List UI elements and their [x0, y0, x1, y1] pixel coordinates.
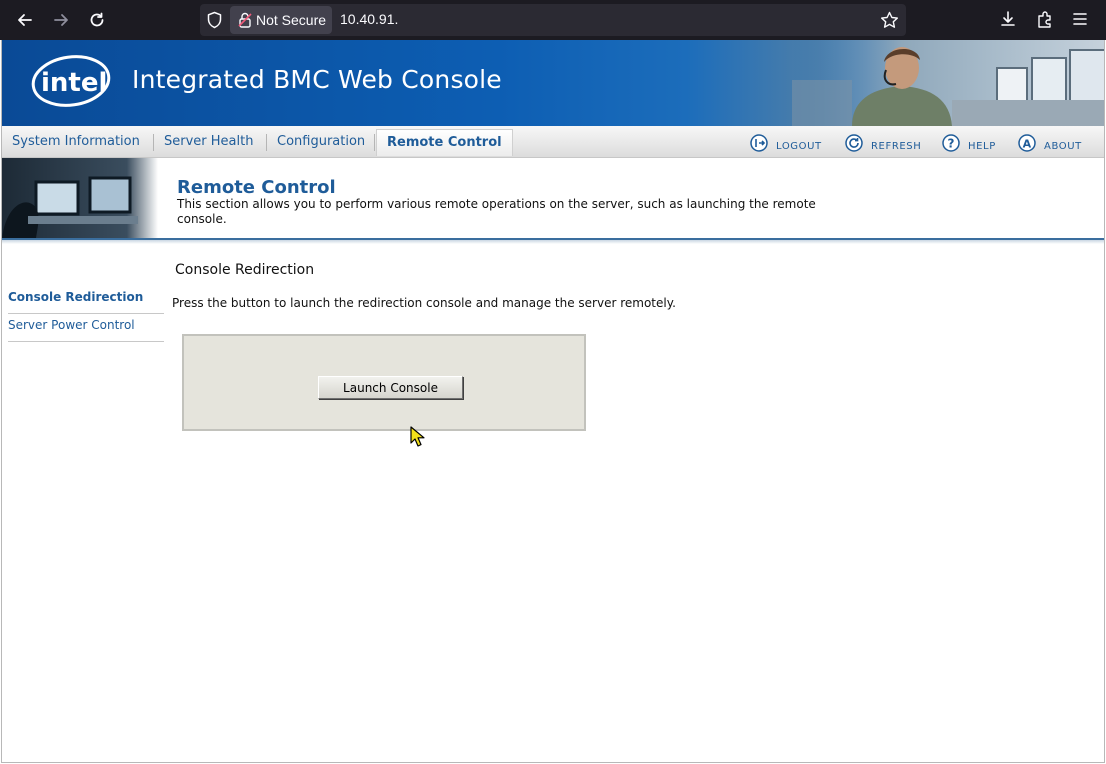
browser-toolbar: Not Secure 10.40.91.: [0, 0, 1106, 40]
tab-server-health[interactable]: Server Health: [164, 133, 253, 153]
help-link[interactable]: ? HELP: [942, 130, 996, 156]
svg-text:A: A: [1023, 138, 1032, 151]
back-arrow-icon: [18, 14, 32, 26]
help-label: HELP: [968, 140, 996, 152]
header-photo: [792, 40, 1104, 126]
forward-button[interactable]: [48, 8, 74, 32]
forward-arrow-icon: [54, 14, 68, 26]
section-description: This section allows you to perform vario…: [177, 197, 816, 226]
url-text[interactable]: 10.40.91.: [340, 11, 398, 27]
about-label: ABOUT: [1044, 140, 1082, 152]
back-button[interactable]: [12, 8, 38, 32]
tab-divider: [153, 134, 154, 151]
header-banner: intel Integrated BMC Web Console: [2, 40, 1104, 126]
svg-text:?: ?: [948, 137, 956, 151]
content-title: Console Redirection: [175, 262, 315, 278]
bookmark-star-icon[interactable]: [880, 11, 899, 29]
tab-system-information[interactable]: System Information: [12, 133, 140, 153]
sidebar-item-server-power-control[interactable]: Server Power Control: [8, 314, 164, 342]
content-description: Press the button to launch the redirecti…: [172, 296, 676, 310]
intel-logo: intel: [31, 55, 111, 107]
refresh-link[interactable]: REFRESH: [845, 130, 921, 156]
tab-configuration[interactable]: Configuration: [277, 133, 365, 153]
console-panel: Launch Console: [182, 334, 586, 431]
section-photo: [2, 158, 158, 238]
tab-remote-control[interactable]: Remote Control: [376, 129, 513, 156]
logout-label: LOGOUT: [776, 140, 822, 152]
section-title: Remote Control: [177, 177, 336, 198]
header-divider: [2, 240, 1104, 244]
bmc-page: intel Integrated BMC Web Console System …: [1, 40, 1105, 763]
help-icon: ?: [942, 134, 960, 152]
downloads-icon[interactable]: [999, 10, 1017, 28]
mouse-cursor-icon: [410, 426, 425, 447]
not-secure-indicator[interactable]: Not Secure: [230, 6, 332, 34]
intel-logo-text: intel: [41, 68, 107, 98]
app-title: Integrated BMC Web Console: [132, 65, 502, 94]
main-nav: System Information Server Health Configu…: [2, 126, 1104, 158]
logout-icon: [750, 134, 768, 152]
reload-icon: [90, 12, 104, 27]
about-icon: A: [1018, 134, 1036, 152]
logout-link[interactable]: LOGOUT: [750, 130, 822, 156]
menu-icon[interactable]: [1072, 11, 1088, 27]
broken-lock-icon: [238, 12, 252, 28]
tab-divider: [374, 134, 375, 151]
tab-divider: [266, 134, 267, 151]
tracking-shield-icon[interactable]: [206, 11, 223, 29]
refresh-label: REFRESH: [871, 140, 922, 152]
refresh-icon: [845, 134, 863, 152]
extensions-icon[interactable]: [1036, 10, 1054, 28]
sidebar-item-console-redirection[interactable]: Console Redirection: [8, 286, 164, 314]
section-header: Remote Control This section allows you t…: [2, 158, 1104, 240]
security-label: Not Secure: [256, 12, 327, 28]
sidebar: Console Redirection Server Power Control: [8, 286, 164, 342]
about-link[interactable]: A ABOUT: [1018, 130, 1082, 156]
reload-button[interactable]: [84, 8, 110, 32]
launch-console-button[interactable]: Launch Console: [318, 376, 463, 399]
